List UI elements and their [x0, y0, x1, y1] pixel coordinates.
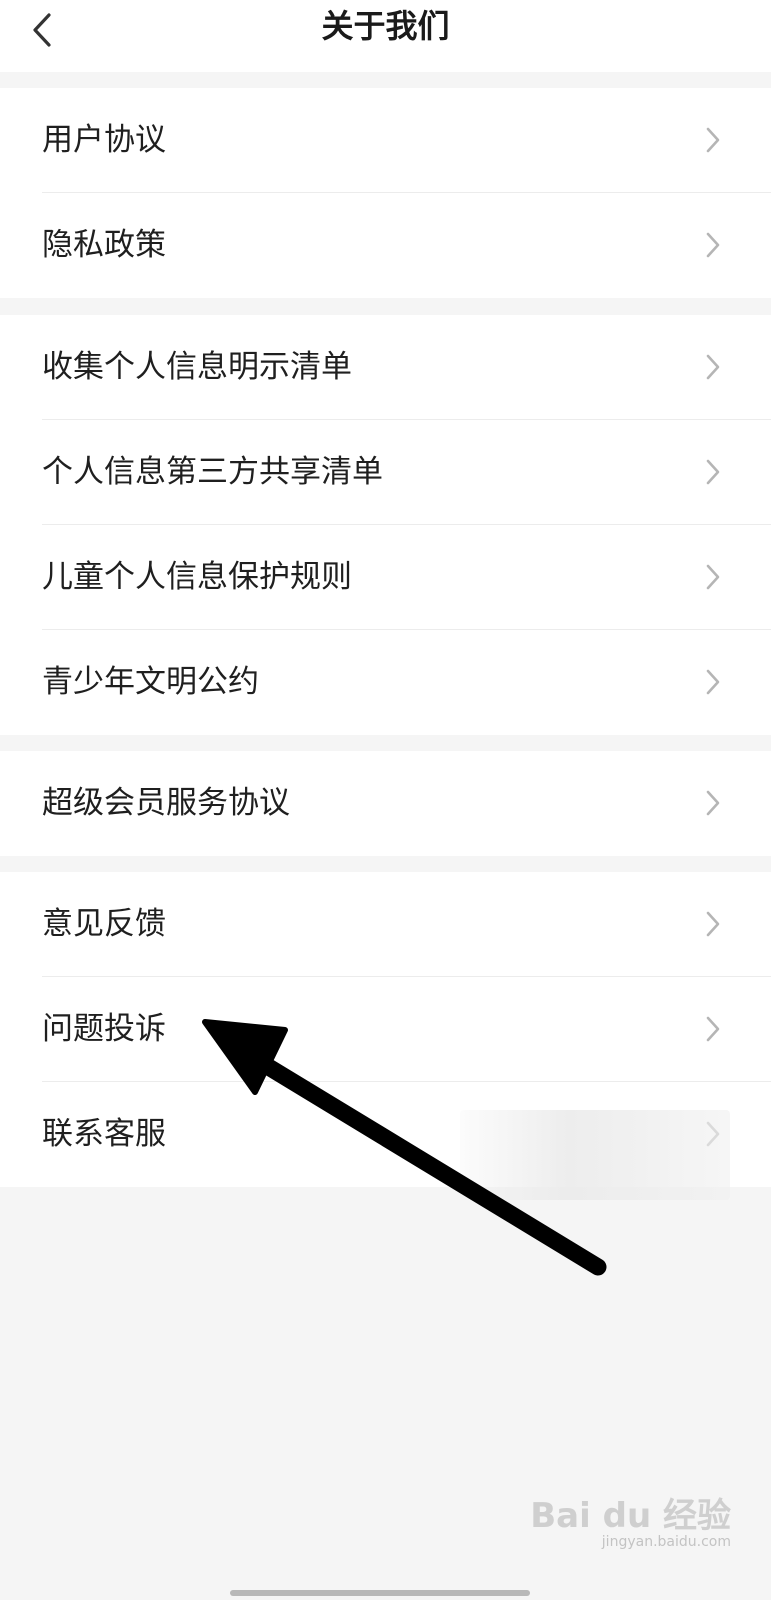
menu-item-label: 收集个人信息明示清单 — [42, 349, 352, 385]
about-us-page: 关于我们 用户协议 隐私政策 收集个人信息明示清单 个人信息第三方共享清单 儿童… — [0, 0, 771, 1600]
menu-item-info-collection-list[interactable]: 收集个人信息明示清单 — [0, 315, 771, 420]
chevron-right-icon — [706, 354, 720, 380]
menu-item-user-agreement[interactable]: 用户协议 — [0, 88, 771, 193]
chevron-right-icon — [706, 127, 720, 153]
menu-item-label: 用户协议 — [42, 122, 166, 158]
menu-item-youth-convention[interactable]: 青少年文明公约 — [0, 630, 771, 735]
chevron-right-icon — [706, 232, 720, 258]
page-title: 关于我们 — [321, 7, 450, 45]
menu-item-super-member-agreement[interactable]: 超级会员服务协议 — [0, 751, 771, 856]
menu-item-privacy-policy[interactable]: 隐私政策 — [0, 193, 771, 298]
menu-item-label: 超级会员服务协议 — [42, 785, 290, 821]
navigation-bar: 关于我们 — [0, 0, 771, 72]
menu-item-label: 青少年文明公约 — [42, 664, 259, 700]
chevron-right-icon — [706, 1016, 720, 1042]
menu-item-label: 个人信息第三方共享清单 — [42, 454, 383, 490]
menu-item-complaint[interactable]: 问题投诉 — [0, 977, 771, 1082]
menu-group-agreements: 用户协议 隐私政策 — [0, 88, 771, 298]
menu-group-membership: 超级会员服务协议 — [0, 751, 771, 856]
chevron-right-icon — [706, 790, 720, 816]
home-indicator[interactable] — [230, 1590, 530, 1596]
menu-item-label: 问题投诉 — [42, 1011, 166, 1047]
menu-item-label: 儿童个人信息保护规则 — [42, 559, 352, 595]
menu-item-label: 隐私政策 — [42, 227, 166, 263]
chevron-right-icon — [706, 669, 720, 695]
menu-item-third-party-sharing-list[interactable]: 个人信息第三方共享清单 — [0, 420, 771, 525]
chevron-right-icon — [706, 564, 720, 590]
watermark-url: jingyan.baidu.com — [601, 1534, 731, 1550]
menu-item-children-privacy-rules[interactable]: 儿童个人信息保护规则 — [0, 525, 771, 630]
watermark: Bai du 经验 jingyan.baidu.com — [530, 1488, 731, 1550]
menu-group-personal-info: 收集个人信息明示清单 个人信息第三方共享清单 儿童个人信息保护规则 青少年文明公… — [0, 315, 771, 735]
chevron-right-icon — [706, 911, 720, 937]
blurred-overlay — [460, 1110, 730, 1200]
chevron-right-icon — [706, 459, 720, 485]
watermark-brand: Bai du 经验 — [530, 1496, 731, 1536]
menu-item-label: 联系客服 — [42, 1116, 166, 1152]
menu-item-label: 意见反馈 — [42, 906, 166, 942]
menu-item-feedback[interactable]: 意见反馈 — [0, 872, 771, 977]
